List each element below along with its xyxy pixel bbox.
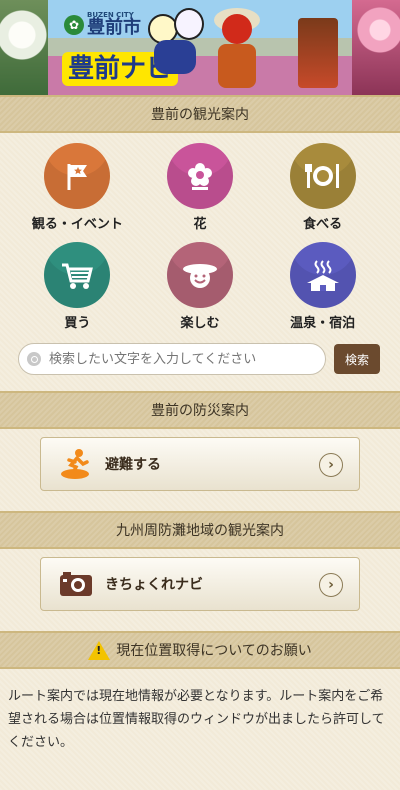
kyushu-section-title: 九州周防灘地域の観光案内 <box>0 511 400 549</box>
category-label: 花 <box>193 217 207 232</box>
chevron-right-icon: › <box>319 453 343 477</box>
location-section-title: ! 現在位置取得についてのお願い <box>0 631 400 669</box>
smile-hat-icon[interactable] <box>166 242 233 308</box>
flower-icon[interactable] <box>166 143 233 209</box>
city-logo: ✿ BUZEN CITY 豊前市 <box>64 12 141 37</box>
pink-flower-image <box>352 0 400 95</box>
search-input[interactable] <box>47 350 291 368</box>
disaster-section-title: 豊前の防災案内 <box>0 391 400 429</box>
category-eat[interactable]: 食べる <box>261 143 384 232</box>
festival-float-image <box>298 18 338 88</box>
flag-icon[interactable] <box>44 143 111 209</box>
search-button[interactable]: 検索 <box>334 344 380 374</box>
banner-image: ✿ BUZEN CITY 豊前市 豊前ナビ <box>48 0 352 95</box>
camera-icon <box>59 571 93 597</box>
cart-icon[interactable] <box>44 242 111 308</box>
location-notice-text: ルート案内では現在地情報が必要となります。ルート案内をご希望される場合は位置情報… <box>8 689 385 750</box>
kagura-demon-image <box>214 8 260 88</box>
category-label: 買う <box>64 316 91 331</box>
category-label: 楽しむ <box>180 316 220 331</box>
category-flower[interactable]: 花 <box>139 143 262 232</box>
search-icon <box>27 352 41 366</box>
kichokure-navi-button[interactable]: きちょくれナビ › <box>40 557 360 611</box>
search-box <box>18 343 326 375</box>
category-grid: 観る・イベント 花 食べる 買う 楽しむ 温泉・宿泊 <box>0 133 400 331</box>
kichokure-label: きちょくれナビ <box>105 577 203 593</box>
category-label: 観る・イベント <box>31 217 123 232</box>
search-bar: 検索 <box>0 331 400 375</box>
evacuate-button[interactable]: 避難する › <box>40 437 360 491</box>
category-enjoy[interactable]: 楽しむ <box>139 242 262 331</box>
lotus-flower-image <box>0 0 48 95</box>
category-label: 温泉・宿泊 <box>290 316 356 331</box>
category-label: 食べる <box>303 217 343 232</box>
evacuate-label: 避難する <box>105 457 161 473</box>
city-name-jp: 豊前市 <box>87 17 141 38</box>
mascot-characters <box>148 8 204 76</box>
fork-knife-icon[interactable] <box>289 143 356 209</box>
evacuation-icon <box>59 447 93 481</box>
category-see-event[interactable]: 観る・イベント <box>16 143 139 232</box>
sightseeing-section-title: 豊前の観光案内 <box>0 95 400 133</box>
city-emblem-icon: ✿ <box>64 14 84 35</box>
chevron-right-icon: › <box>319 573 343 597</box>
category-onsen-stay[interactable]: 温泉・宿泊 <box>261 242 384 331</box>
onsen-icon[interactable] <box>289 242 356 308</box>
warning-icon: ! <box>88 640 111 660</box>
category-buy[interactable]: 買う <box>16 242 139 331</box>
header-banner: ✿ BUZEN CITY 豊前市 豊前ナビ <box>0 0 400 95</box>
